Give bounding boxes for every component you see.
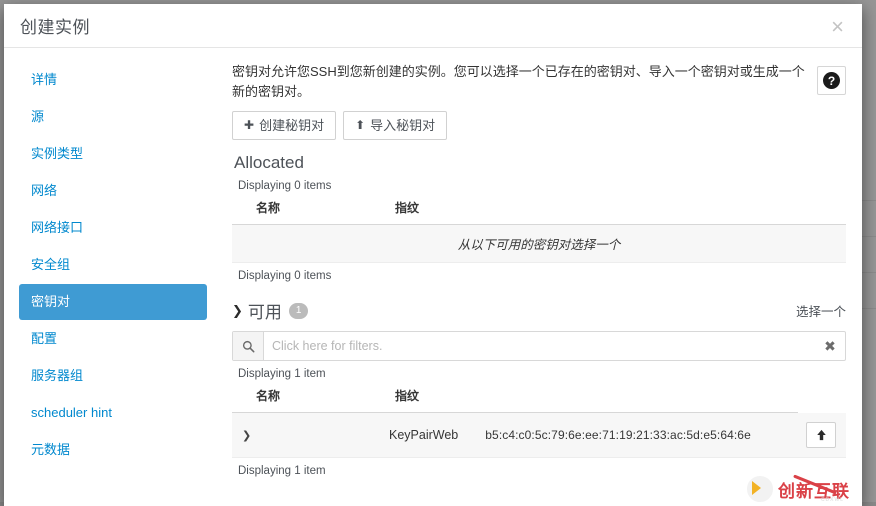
watermark-slash bbox=[793, 474, 837, 494]
sidebar-item-configuration[interactable]: 配置 bbox=[19, 321, 207, 357]
search-input[interactable] bbox=[264, 332, 815, 360]
close-icon[interactable]: × bbox=[825, 12, 850, 42]
allocated-table: 名称 指纹 从以下可用的密钥对选择一个 bbox=[232, 196, 846, 263]
import-key-pair-label: 导入秘钥对 bbox=[370, 117, 435, 134]
watermark: 创新互联 CDXWL bbox=[745, 474, 850, 504]
create-instance-modal: 创建实例 × 详情 源 实例类型 网络 网络接口 安全组 密钥对 配置 服务器组… bbox=[4, 4, 862, 506]
available-header-row: 名称 指纹 bbox=[232, 384, 846, 413]
key-pair-name: KeyPairWeb bbox=[387, 413, 477, 458]
create-key-pair-label: 创建秘钥对 bbox=[259, 117, 324, 134]
intro-row: 密钥对允许您SSH到您新创建的实例。您可以选择一个已存在的密钥对、导入一个密钥对… bbox=[232, 60, 846, 102]
select-one-hint: 选择一个 bbox=[796, 301, 846, 320]
create-key-pair-button[interactable]: ✚ 创建秘钥对 bbox=[232, 111, 336, 140]
allocated-empty-message: 从以下可用的密钥对选择一个 bbox=[232, 225, 846, 263]
sidebar-item-network[interactable]: 网络 bbox=[19, 173, 207, 209]
available-table: 名称 指纹 ❯ KeyPairWeb b5:c4:c0:5c:79:6e:ee:… bbox=[232, 384, 846, 458]
key-pair-step-panel: 密钥对允许您SSH到您新创建的实例。您可以选择一个已存在的密钥对、导入一个密钥对… bbox=[222, 48, 862, 506]
import-key-pair-button[interactable]: ⬆ 导入秘钥对 bbox=[343, 111, 447, 140]
watermark-text: 创新互联 bbox=[778, 482, 850, 501]
allocated-empty-row: 从以下可用的密钥对选择一个 bbox=[232, 225, 846, 263]
allocated-header-row: 名称 指纹 bbox=[232, 196, 846, 225]
available-heading: 可用 bbox=[248, 298, 282, 323]
search-icon[interactable] bbox=[233, 332, 264, 360]
key-pair-fingerprint: b5:c4:c0:5c:79:6e:ee:71:19:21:33:ac:5d:e… bbox=[477, 413, 798, 458]
chevron-down-icon: ❯ bbox=[232, 303, 243, 319]
key-pair-actions: ✚ 创建秘钥对 ⬆ 导入秘钥对 bbox=[232, 111, 846, 140]
sidebar-item-security-groups[interactable]: 安全组 bbox=[19, 247, 207, 283]
sidebar-item-metadata[interactable]: 元数据 bbox=[19, 432, 207, 468]
modal-header: 创建实例 × bbox=[4, 4, 862, 48]
available-count-top: Displaying 1 item bbox=[238, 368, 846, 380]
wizard-sidebar: 详情 源 实例类型 网络 网络接口 安全组 密钥对 配置 服务器组 schedu… bbox=[4, 48, 222, 506]
arrow-up-icon[interactable] bbox=[806, 422, 836, 448]
upload-icon: ⬆ bbox=[355, 117, 365, 134]
allocated-count-bottom: Displaying 0 items bbox=[238, 270, 846, 282]
available-column-name: 名称 bbox=[232, 384, 387, 413]
page-title: 创建实例 bbox=[20, 13, 90, 38]
sidebar-item-server-groups[interactable]: 服务器组 bbox=[19, 358, 207, 394]
available-count-badge: 1 bbox=[289, 303, 309, 319]
sidebar-item-details[interactable]: 详情 bbox=[19, 62, 207, 98]
plus-icon: ✚ bbox=[244, 117, 254, 134]
clear-icon[interactable]: ✖ bbox=[815, 332, 845, 360]
allocated-column-fingerprint: 指纹 bbox=[387, 196, 846, 225]
watermark-logo-icon bbox=[745, 474, 775, 504]
allocate-cell bbox=[798, 413, 846, 458]
filter-bar: ✖ bbox=[232, 331, 846, 361]
allocated-count-top: Displaying 0 items bbox=[238, 180, 846, 192]
table-row[interactable]: ❯ KeyPairWeb b5:c4:c0:5c:79:6e:ee:71:19:… bbox=[232, 413, 846, 458]
sidebar-item-scheduler-hint[interactable]: scheduler hint bbox=[19, 395, 207, 431]
step-description: 密钥对允许您SSH到您新创建的实例。您可以选择一个已存在的密钥对、导入一个密钥对… bbox=[232, 60, 809, 102]
allocated-heading: Allocated bbox=[234, 153, 846, 173]
available-section-header: ❯ 可用 1 选择一个 bbox=[232, 298, 846, 323]
help-icon[interactable]: ? bbox=[817, 66, 846, 95]
available-count-bottom: Displaying 1 item bbox=[238, 465, 846, 477]
available-toggle[interactable]: ❯ 可用 1 bbox=[232, 298, 308, 323]
sidebar-item-network-ports[interactable]: 网络接口 bbox=[19, 210, 207, 246]
sidebar-item-source[interactable]: 源 bbox=[19, 99, 207, 135]
question-mark-glyph: ? bbox=[823, 72, 840, 89]
chevron-right-icon[interactable]: ❯ bbox=[232, 413, 387, 458]
available-column-fingerprint: 指纹 bbox=[387, 384, 798, 413]
modal-body: 详情 源 实例类型 网络 网络接口 安全组 密钥对 配置 服务器组 schedu… bbox=[4, 48, 862, 506]
sidebar-item-key-pair[interactable]: 密钥对 bbox=[19, 284, 207, 320]
sidebar-item-flavor[interactable]: 实例类型 bbox=[19, 136, 207, 172]
allocated-column-name: 名称 bbox=[232, 196, 387, 225]
